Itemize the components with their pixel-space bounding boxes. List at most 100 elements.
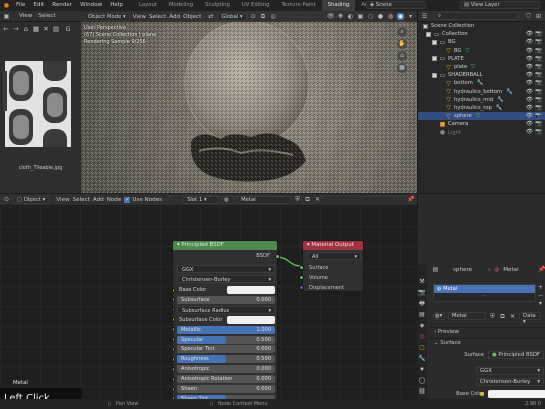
input-specular-tint[interactable]: Specular Tint 0.000 bbox=[177, 345, 275, 354]
outliner-row-collection[interactable]: ▭ Collection 👁 📷 bbox=[418, 30, 545, 38]
material-slot-row[interactable]: ◍ Metal bbox=[434, 285, 535, 293]
outliner-row-shaderball[interactable]: ▭ SHADERBALL 👁 📷 bbox=[418, 71, 545, 79]
pin-icon[interactable]: 📌 bbox=[538, 266, 545, 273]
editor-type-icon[interactable]: ⊙ bbox=[3, 196, 10, 203]
input-subsurface[interactable]: Subsurface 0.000 bbox=[177, 295, 275, 304]
distribution-dropdown[interactable]: GGX ▾ bbox=[177, 265, 275, 273]
material-name-field[interactable]: Metal bbox=[237, 195, 292, 204]
visibility-eye-icon[interactable]: 👁 bbox=[526, 80, 533, 86]
outliner-search[interactable]: ⌕ bbox=[434, 12, 519, 20]
visibility-eye-icon[interactable]: 👁 bbox=[526, 129, 533, 135]
render-camera-icon[interactable]: 📷 bbox=[535, 39, 542, 45]
viewport-menu-view[interactable]: View bbox=[133, 14, 146, 20]
unlink-material-icon[interactable]: ✕ bbox=[314, 196, 321, 203]
particles-tab-icon[interactable]: ✷ bbox=[418, 366, 426, 374]
color-input-socket[interactable] bbox=[173, 287, 175, 293]
filter-icon[interactable]: ⛉ bbox=[525, 13, 532, 20]
modifier-wrench-icon[interactable]: 🔧 bbox=[477, 80, 484, 86]
float-input-socket[interactable] bbox=[173, 297, 175, 303]
node-menu-view[interactable]: View bbox=[56, 197, 69, 203]
material-triangle-icon[interactable]: ▽ bbox=[476, 113, 480, 119]
texture-grid-icon[interactable]: ▦ bbox=[32, 25, 40, 33]
3d-viewport[interactable]: Object Mode ▾ View Select Add Object ⇄ G… bbox=[81, 11, 417, 193]
outliner-row-bottom[interactable]: ▽ bottom 🔧 👁 📷 bbox=[418, 79, 545, 87]
physics-tab-icon[interactable]: ◯ bbox=[418, 377, 426, 385]
add-slot-icon[interactable]: + bbox=[537, 284, 544, 291]
zoom-icon[interactable]: ⌕ bbox=[397, 27, 407, 37]
bsdf-output-socket[interactable] bbox=[275, 254, 280, 259]
duplicate-material-icon[interactable]: ⧉ bbox=[304, 196, 311, 203]
fake-user-shield-icon[interactable]: ⛨ bbox=[489, 313, 496, 320]
visibility-eye-icon[interactable]: 👁 bbox=[526, 31, 533, 37]
subsurface-method-dropdown[interactable]: Christensen-Burley ▾ bbox=[177, 275, 275, 283]
render-tab-icon[interactable]: 📷 bbox=[418, 289, 426, 297]
image-panel-tab[interactable] bbox=[3, 71, 7, 111]
float-input-socket[interactable] bbox=[173, 386, 175, 392]
visibility-eye-icon[interactable]: 👁 bbox=[526, 56, 533, 62]
outliner-row-plate[interactable]: ▽ plate ▽ 👁 📷 bbox=[418, 63, 545, 71]
menu-edit[interactable]: Edit bbox=[29, 0, 48, 11]
input-subsurface-radius[interactable]: Subsurface Radius ▾ bbox=[177, 305, 275, 314]
shading-options-icon[interactable]: ▾ bbox=[407, 13, 414, 20]
material-output-header[interactable]: ▾ Material Output bbox=[303, 241, 363, 250]
outliner-row-sphere[interactable]: ▽ sphere ▽ 👁 📷 bbox=[418, 112, 545, 121]
visibility-eye-icon[interactable]: 👁 bbox=[526, 97, 533, 103]
image-preview[interactable] bbox=[5, 61, 71, 147]
input-anisotropic-rotation[interactable]: Anisotropic Rotation 0.000 bbox=[177, 375, 275, 384]
exclude-checkbox[interactable] bbox=[432, 72, 437, 78]
input-sheen[interactable]: Sheen 0.000 bbox=[177, 385, 275, 393]
pivot-icon[interactable]: ⊙ bbox=[250, 13, 257, 20]
input-anisotropic[interactable]: Anisotropic 0.000 bbox=[177, 365, 275, 374]
back-arrow-icon[interactable]: ← bbox=[2, 25, 10, 33]
visibility-eye-icon[interactable]: 👁 bbox=[526, 48, 533, 54]
shader-editor[interactable]: ⊙ ▢ Object ▾ View Select Add Node ✓ Use N… bbox=[0, 194, 417, 409]
modifier-wrench-icon[interactable]: 🔧 bbox=[496, 105, 503, 111]
constraints-tab-icon[interactable]: ⛓ bbox=[418, 388, 426, 396]
menu-window[interactable]: Window bbox=[76, 0, 106, 11]
input-roughness[interactable]: Roughness 0.500 bbox=[177, 355, 275, 364]
link-data-dropdown[interactable]: Data ▾ bbox=[519, 312, 541, 325]
overlay-icon[interactable]: ◐ bbox=[347, 13, 354, 20]
object-mode-dropdown[interactable]: Object Mode ▾ bbox=[84, 12, 130, 21]
pin-icon[interactable]: ✕ bbox=[42, 25, 50, 33]
home-icon[interactable]: ⌂ bbox=[22, 25, 30, 33]
view-layer-selector[interactable]: ▤ View Layer bbox=[460, 1, 540, 9]
modifier-tab-icon[interactable]: 🔧 bbox=[418, 355, 426, 363]
menu-help[interactable]: Help bbox=[106, 0, 127, 11]
float-input-socket[interactable] bbox=[173, 356, 175, 362]
unlink-icon[interactable]: ✕ bbox=[509, 313, 516, 320]
scene-selector[interactable]: ◈ Scene bbox=[366, 1, 426, 9]
target-dropdown[interactable]: All ▾ bbox=[307, 252, 361, 260]
outliner-row-bg[interactable]: ▭ BG 👁 📷 bbox=[418, 38, 545, 46]
outliner-type-icon[interactable]: ☰ bbox=[421, 13, 428, 20]
material-output-node[interactable]: ▾ Material Output All ▾ Surface Volume Di… bbox=[302, 240, 364, 292]
new-collection-icon[interactable]: ⊞ bbox=[535, 13, 542, 20]
exclude-checkbox[interactable] bbox=[432, 56, 437, 62]
render-camera-icon[interactable]: 📷 bbox=[535, 89, 542, 95]
tab-sculpting[interactable]: Sculpting bbox=[199, 0, 236, 11]
render-camera-icon[interactable]: 📷 bbox=[535, 56, 542, 62]
visibility-eye-icon[interactable]: 👁 bbox=[526, 89, 533, 95]
snap-icon[interactable]: ⧉ bbox=[260, 13, 267, 20]
duplicate-icon[interactable]: ⧉ bbox=[499, 313, 506, 320]
gizmo-icon[interactable]: ✥ bbox=[337, 13, 344, 20]
viewport-navigation-gizmo[interactable]: ⌕ ✋ ⌂ ▦ bbox=[391, 25, 413, 85]
surface-shader-dropdown[interactable]: ● Principled BSDF bbox=[488, 351, 544, 359]
modifier-wrench-icon[interactable]: 🔧 bbox=[506, 89, 513, 95]
input-specular[interactable]: Specular 0.500 bbox=[177, 335, 275, 344]
image-menu-select[interactable]: Select bbox=[38, 13, 55, 19]
tab-layout[interactable]: Layout bbox=[133, 0, 163, 11]
tab-shading[interactable]: Shading bbox=[321, 0, 356, 11]
object-tab-icon[interactable]: ▢ bbox=[418, 344, 426, 352]
outliner-row-light[interactable]: ● Light 👁 📷 bbox=[418, 128, 545, 136]
render-camera-icon[interactable]: 📷 bbox=[535, 105, 542, 111]
visibility-eye-icon[interactable]: 👁 bbox=[526, 39, 533, 45]
grid-view-icon[interactable]: ▦ bbox=[397, 63, 407, 73]
tile-icon[interactable]: ▤ bbox=[52, 25, 60, 33]
surface-panel-header[interactable]: ⌄ Surface bbox=[430, 338, 545, 347]
visibility-icon[interactable]: 👁 bbox=[327, 13, 335, 20]
render-camera-icon[interactable]: 📷 bbox=[535, 80, 542, 86]
outliner-row-hydraulics-mid[interactable]: ▽ hydraulics_mid 🔧 👁 📷 bbox=[418, 96, 545, 104]
displacement-input-socket[interactable] bbox=[299, 285, 304, 290]
xray-icon[interactable]: ▣ bbox=[357, 13, 364, 20]
